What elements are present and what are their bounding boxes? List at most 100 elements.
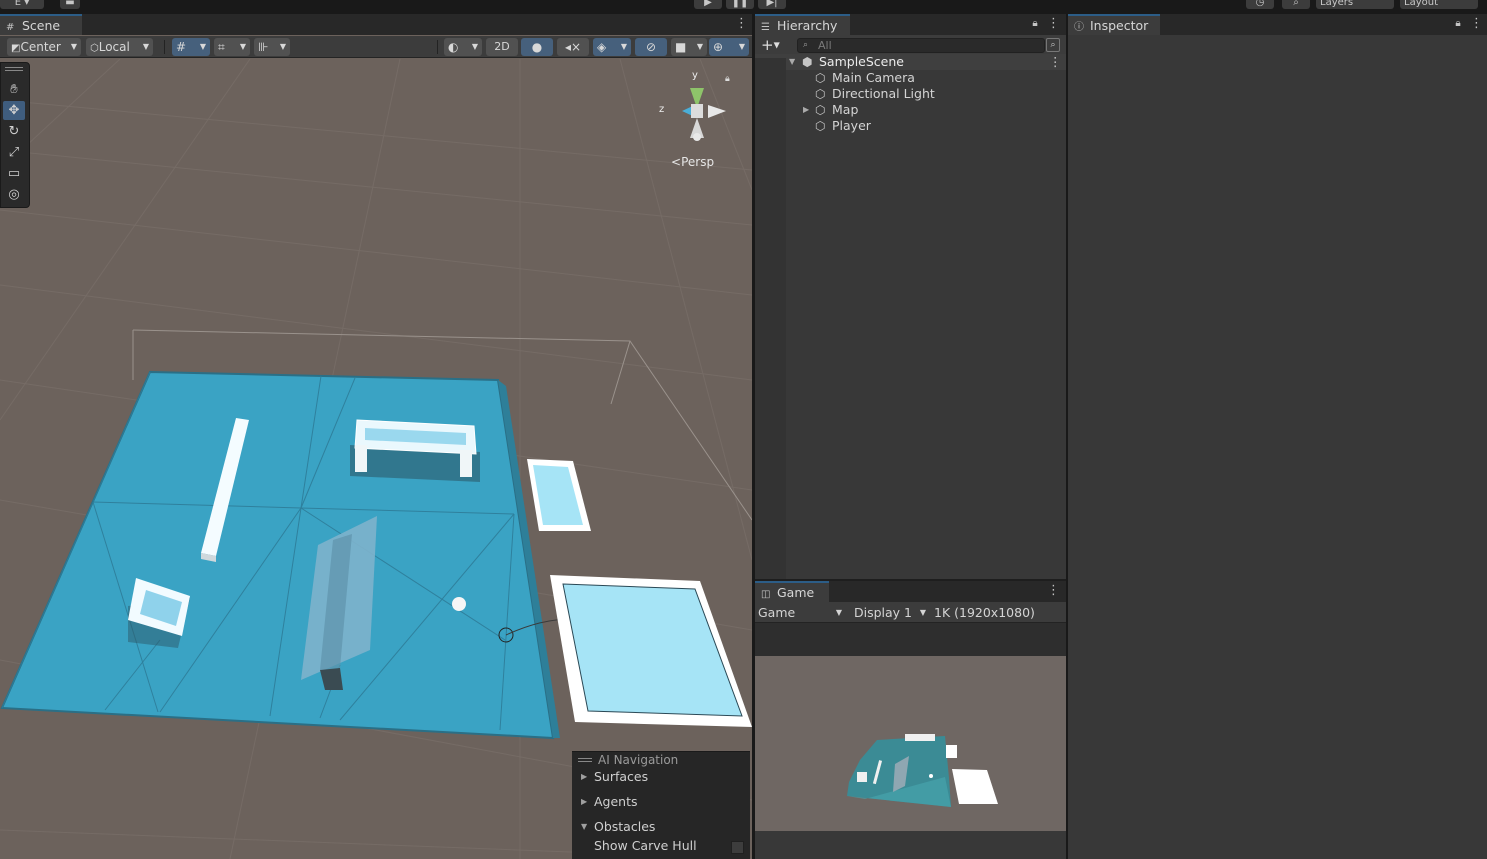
pause-button[interactable]: ❚❚ (726, 0, 754, 9)
lighting-toggle[interactable]: ● (521, 38, 553, 56)
account-dropdown[interactable]: E ▾ (0, 0, 44, 9)
effects-icon: ◈ (597, 40, 607, 54)
obstacle-large-pad (550, 575, 752, 727)
player-sphere[interactable] (452, 597, 466, 611)
shading-icon: ◐ (448, 40, 459, 54)
camera-dropdown[interactable]: ■ ▼ (671, 38, 707, 56)
scene-menu-icon[interactable]: ⋮ (1049, 54, 1062, 70)
obstacle-small-pad (527, 459, 591, 531)
overlay-drag-handle[interactable] (578, 758, 592, 762)
scene-toolbar: ◩Center ▼ ⬡Local ▼ # ▼ ⌗ ▼ ⊪ ▼ ◐ ▼ 2D ● ◂× ◈ ▼ … (0, 36, 752, 58)
chevron-right-icon[interactable]: ▶ (581, 797, 587, 806)
search-scene-icon[interactable]: ⌕ (1046, 38, 1060, 52)
gameobject-icon: ⬡ (815, 103, 826, 117)
snap-toggle[interactable]: ⌗ ▼ (214, 38, 250, 56)
scene-tabstrip: # Scene ⋮ (0, 14, 752, 35)
game-toolbar: Game ▼ Display 1 ▼ 1K (1920x1080) (755, 602, 1066, 623)
rect-tool-icon[interactable]: ▭ (3, 164, 25, 183)
gizmo-y-label: y (692, 70, 698, 81)
scene-render[interactable] (0, 59, 752, 859)
mute-icon: ◂× (564, 40, 582, 54)
gizmo-lock-icon[interactable]: 🔒︎ (725, 74, 730, 84)
create-dropdown[interactable]: +▼ (761, 37, 789, 54)
camera-icon: ■ (675, 40, 687, 54)
ruler-icon: ⊪ (258, 40, 269, 54)
gameobject-icon: ⬡ (815, 119, 826, 133)
hierarchy-item-map[interactable]: ▶ ⬡ Map (755, 102, 1066, 118)
layers-dropdown[interactable]: Layers (1316, 0, 1394, 9)
search-icon[interactable]: ⌕ (1282, 0, 1310, 9)
hidden-objects-toggle[interactable]: ⊘ (635, 38, 667, 56)
audio-toggle[interactable]: ◂× (557, 38, 589, 56)
tab-scene[interactable]: # Scene (0, 14, 82, 35)
move-tool-icon[interactable]: ✥ (3, 101, 25, 120)
dropdown-arrow-icon: ▼ (919, 608, 926, 617)
grid-icon: # (6, 22, 15, 33)
overlay-agents[interactable]: Agents (594, 794, 638, 809)
gameobject-icon: ⬡ (815, 71, 826, 85)
hand-tool-icon[interactable]: ✋︎ (3, 80, 25, 99)
cube-icon: ⬡ (90, 43, 99, 54)
projection-label[interactable]: <Persp (671, 155, 714, 169)
overlay-title: AI Navigation (598, 753, 679, 767)
scene-menu-icon[interactable]: ⋮ (735, 17, 748, 31)
show-carve-hull-checkbox[interactable] (731, 841, 744, 854)
tab-inspector[interactable]: ⓘ Inspector (1068, 14, 1160, 35)
game-panel: ◫ Game ⋮ Game ▼ Display 1 ▼ 1K (1920x108… (755, 581, 1066, 859)
history-icon[interactable]: ◷ (1246, 0, 1274, 9)
cloud-button[interactable]: ▬ (60, 0, 80, 9)
tool-palette: ✋︎ ✥ ↻ ⤢ ▭ ◎ (0, 62, 30, 208)
info-icon: ⓘ (1074, 22, 1084, 33)
orientation-gizmo[interactable] (682, 88, 726, 141)
game-viewport[interactable] (755, 656, 1066, 831)
gizmo-z-label: z (659, 104, 665, 115)
inspector-menu-icon[interactable]: ⋮ (1470, 17, 1483, 31)
resolution-dropdown[interactable]: 1K (1920x1080) (934, 603, 1064, 622)
display-dropdown[interactable]: Display 1 ▼ (854, 603, 926, 622)
lock-icon[interactable]: 🔒︎ (1452, 17, 1464, 31)
scene-viewport[interactable]: <Persp y z 🔒︎ (0, 59, 752, 859)
effects-dropdown[interactable]: ◈ ▼ (593, 38, 631, 56)
2d-toggle[interactable]: 2D (486, 38, 518, 56)
lock-icon[interactable]: 🔒︎ (1029, 17, 1041, 31)
chevron-right-icon[interactable]: ▶ (581, 772, 587, 781)
dropdown-arrow-icon: ▼ (835, 608, 842, 617)
hierarchy-item-directional-light[interactable]: ⬡ Directional Light (755, 86, 1066, 102)
hierarchy-search-input[interactable]: ⌕ All (797, 38, 1045, 53)
toolbar-separator (164, 40, 165, 54)
chevron-down-icon[interactable]: ▼ (581, 822, 587, 831)
palette-handle[interactable] (5, 67, 23, 71)
hierarchy-menu-icon[interactable]: ⋮ (1047, 17, 1060, 31)
grid-toggle[interactable]: # ▼ (172, 38, 210, 56)
inspector-tabstrip: ⓘ Inspector 🔒︎ ⋮ (1068, 14, 1487, 35)
game-menu-icon[interactable]: ⋮ (1047, 584, 1060, 598)
tab-game[interactable]: ◫ Game (755, 581, 829, 602)
scale-tool-icon[interactable]: ⤢ (3, 143, 25, 162)
hierarchy-item-main-camera[interactable]: ⬡ Main Camera (755, 70, 1066, 86)
game-view-dropdown[interactable]: Game ▼ (758, 603, 842, 622)
scene-row[interactable]: ▼ ⬢ SampleScene ⋮ (755, 54, 1066, 70)
tab-hierarchy[interactable]: ☰ Hierarchy (755, 14, 850, 35)
overlay-obstacles[interactable]: Obstacles (594, 819, 655, 834)
toolbar-separator (437, 40, 438, 54)
increment-snap-toggle[interactable]: ⊪ ▼ (254, 38, 290, 56)
inspector-panel: ⓘ Inspector 🔒︎ ⋮ (1068, 14, 1487, 859)
space-dropdown[interactable]: ⬡Local ▼ (86, 38, 153, 56)
transform-tool-icon[interactable]: ◎ (3, 185, 25, 204)
game-tabstrip: ◫ Game ⋮ (755, 581, 1066, 602)
shading-dropdown[interactable]: ◐ ▼ (444, 38, 482, 56)
layout-dropdown[interactable]: Layout (1400, 0, 1478, 9)
hierarchy-tabstrip: ☰ Hierarchy 🔒︎ ⋮ (755, 14, 1066, 35)
step-button[interactable]: ▶| (758, 0, 786, 9)
play-button[interactable]: ▶ (694, 0, 722, 9)
pivot-dropdown[interactable]: ◩Center ▼ (7, 38, 81, 56)
eye-slash-icon: ⊘ (645, 40, 657, 54)
chevron-right-icon[interactable]: ▶ (803, 102, 809, 118)
overlay-surfaces[interactable]: Surfaces (594, 769, 648, 784)
chevron-down-icon[interactable]: ▼ (789, 54, 795, 70)
ai-navigation-overlay: AI Navigation ▶ Surfaces ▶ Agents ▼ Obst… (572, 751, 750, 859)
rotate-tool-icon[interactable]: ↻ (3, 122, 25, 141)
hierarchy-item-player[interactable]: ⬡ Player (755, 118, 1066, 134)
panel-divider[interactable] (1066, 14, 1068, 859)
gizmos-dropdown[interactable]: ⊕ ▼ (709, 38, 749, 56)
